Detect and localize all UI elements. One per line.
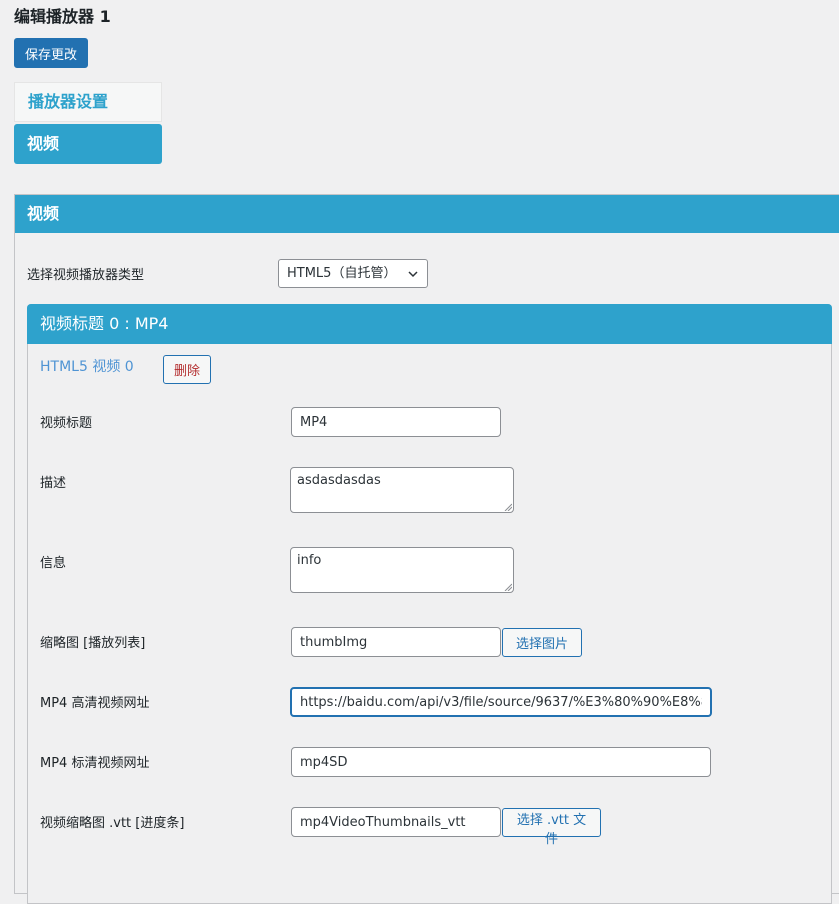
video-title-input[interactable] xyxy=(291,407,501,437)
resize-handle-icon[interactable] xyxy=(504,503,512,511)
vtt-label: 视频缩略图 .vtt [进度条] xyxy=(40,816,185,831)
thumbnail-label: 缩略图 [播放列表] xyxy=(40,636,146,651)
video-item-header[interactable]: 视频标题 0 : MP4 xyxy=(27,304,832,344)
mp4-hd-label: MP4 高清视频网址 xyxy=(40,696,150,711)
delete-video-button[interactable]: 删除 xyxy=(163,355,211,384)
video-subtitle: HTML5 视频 0 xyxy=(40,359,134,375)
description-label: 描述 xyxy=(40,476,67,491)
description-textarea[interactable]: asdasdasdas xyxy=(290,467,514,513)
chevron-down-icon xyxy=(408,271,418,278)
vtt-input[interactable] xyxy=(291,807,501,837)
choose-image-button[interactable]: 选择图片 xyxy=(502,628,582,657)
player-type-label: 选择视频播放器类型 xyxy=(27,268,145,283)
resize-handle-icon[interactable] xyxy=(504,583,512,591)
player-type-select[interactable]: HTML5（自托管） xyxy=(278,259,428,288)
videos-panel-title: 视频 xyxy=(15,195,839,233)
mp4-sd-label: MP4 标清视频网址 xyxy=(40,756,150,771)
tab-videos[interactable]: 视频 xyxy=(14,124,162,164)
player-type-value: HTML5（自托管） xyxy=(287,266,397,281)
info-textarea[interactable]: info xyxy=(290,547,514,593)
thumbnail-input[interactable] xyxy=(291,627,501,657)
tab-player-settings[interactable]: 播放器设置 xyxy=(14,82,162,122)
video-title-label: 视频标题 xyxy=(40,416,93,431)
save-changes-button[interactable]: 保存更改 xyxy=(14,38,88,68)
mp4-hd-url-input[interactable] xyxy=(290,687,712,717)
info-label: 信息 xyxy=(40,556,67,571)
choose-vtt-button[interactable]: 选择 .vtt 文件 xyxy=(502,808,601,847)
page-title: 编辑播放器 1 xyxy=(14,7,111,26)
mp4-sd-url-input[interactable] xyxy=(291,747,711,777)
